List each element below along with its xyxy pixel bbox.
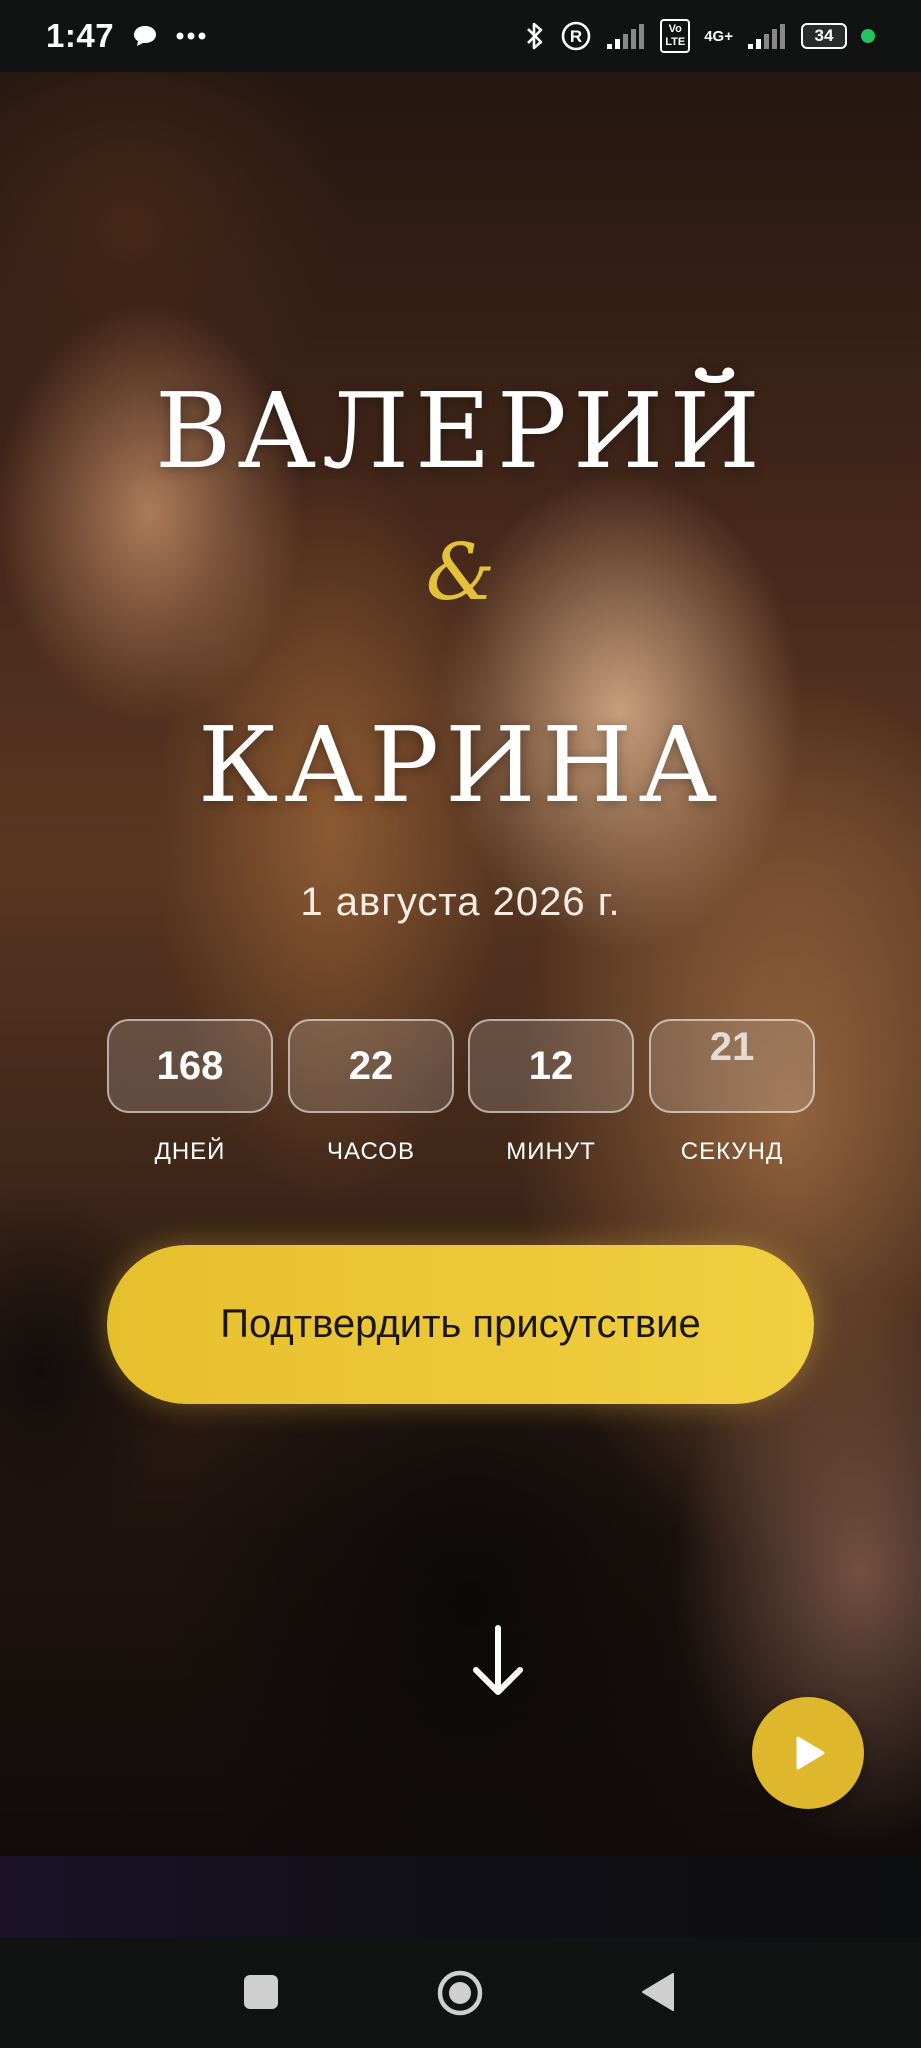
volte-label: Vo LTE: [660, 19, 691, 53]
countdown-hours-label: ЧАСОВ: [327, 1138, 415, 1165]
signal-2-icon: [748, 24, 785, 49]
privacy-indicator-dot: [861, 29, 875, 43]
countdown-seconds-label: СЕКУНД: [680, 1138, 784, 1165]
countdown-days-label: ДНЕЙ: [154, 1138, 226, 1165]
countdown-seconds-value: 21: [649, 1019, 815, 1113]
hero-photo-background: [0, 72, 921, 1856]
bluetooth-icon: [527, 22, 543, 50]
home-circle-icon[interactable]: [437, 1970, 483, 2016]
countdown-minutes-label: МИНУТ: [506, 1138, 596, 1165]
recents-square-icon[interactable]: [244, 1975, 278, 2009]
bride-name: КАРИНА: [197, 704, 724, 826]
countdown-minutes-value: 12: [468, 1019, 634, 1113]
play-icon: [796, 1736, 825, 1770]
signal-1-icon: [607, 24, 645, 49]
back-triangle-icon[interactable]: [640, 1971, 676, 2013]
groom-name: ВАЛЕРИЙ: [154, 370, 767, 492]
hero-overlay: [0, 72, 921, 1856]
battery-indicator: 34: [801, 23, 847, 49]
status-time: 1:47: [46, 17, 115, 54]
countdown-timer: 168 22 12 21: [107, 1019, 815, 1119]
arrow-down-icon[interactable]: [468, 1622, 528, 1702]
music-play-button[interactable]: [752, 1697, 864, 1809]
wedding-date: 1 августа 2026 г.: [300, 880, 621, 924]
more-dots-icon: [176, 32, 206, 40]
page-bottom-strip: [0, 1856, 921, 1938]
status-bar: 1:47 R Vo LTE 4G+ 34: [0, 0, 921, 72]
countdown-hours-value: 22: [288, 1019, 454, 1113]
countdown-days-value: 168: [107, 1019, 273, 1113]
ampersand: &: [425, 528, 496, 618]
chat-bubble-icon: [134, 26, 157, 46]
rsvp-button[interactable]: Подтвердить присутствие: [107, 1245, 814, 1404]
network-type-label: 4G+: [704, 27, 733, 45]
svg-text:R: R: [570, 27, 582, 46]
roaming-r-icon: R: [561, 21, 591, 51]
